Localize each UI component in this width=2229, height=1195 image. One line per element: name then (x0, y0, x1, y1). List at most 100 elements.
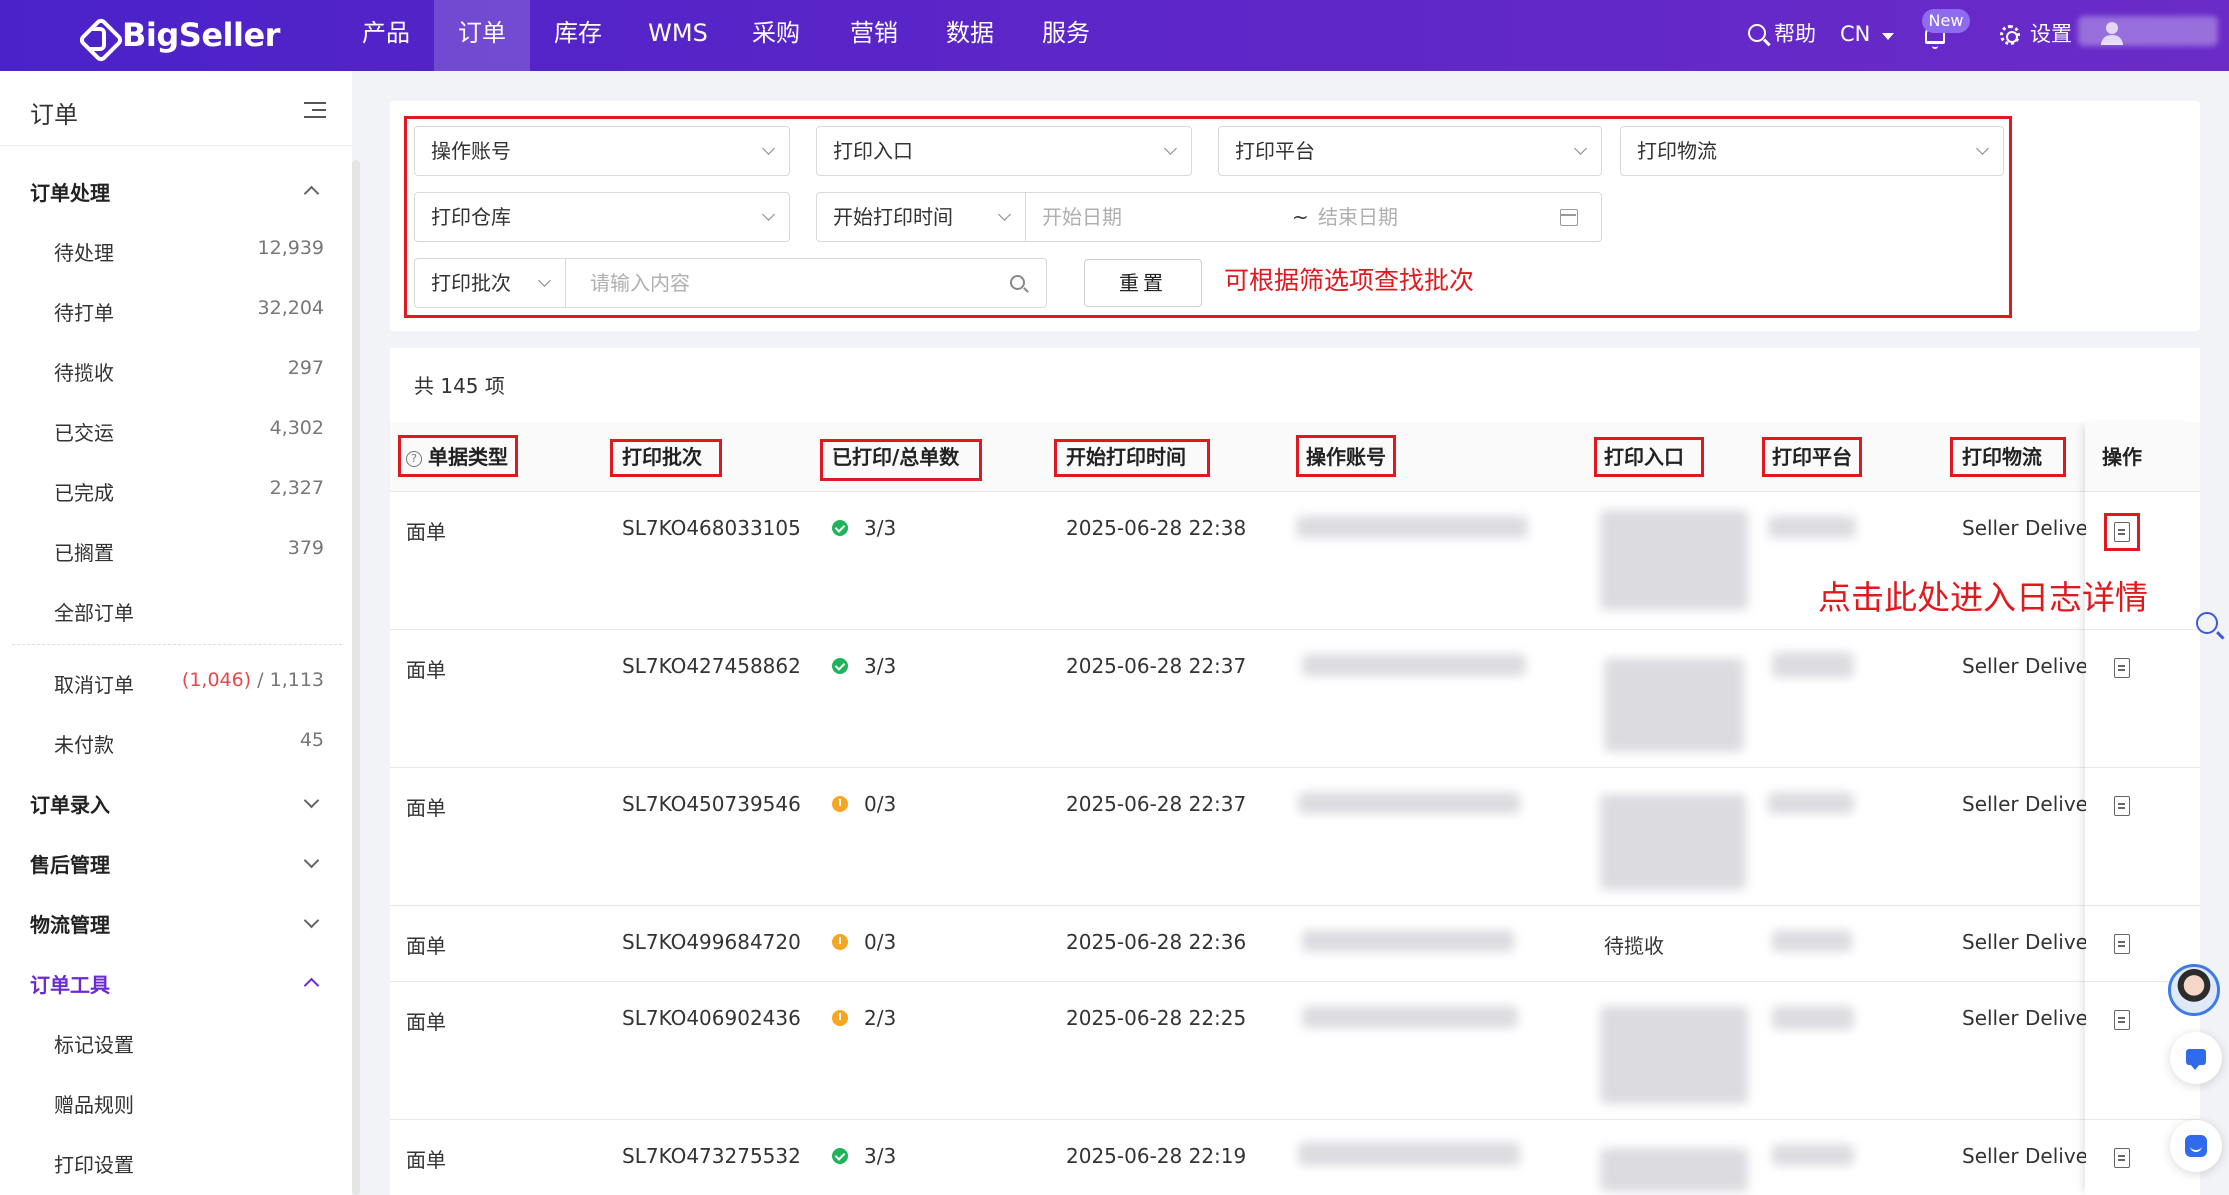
support-agent-avatar[interactable] (2168, 964, 2220, 1016)
nav-orders[interactable]: 订单 (434, 0, 530, 71)
chevron-down-icon (762, 208, 775, 221)
table-row: 面单 SL7KO406902436 2/3 2025-06-28 22:25 S… (390, 982, 2200, 1120)
table-row: 面单 SL7KO427458862 3/3 2025-06-28 22:37 S… (390, 630, 2200, 768)
nav-wms[interactable]: WMS (640, 0, 716, 71)
sidebar-group-logistics[interactable]: 物流管理 (30, 909, 110, 938)
cell-doc-type: 面单 (406, 796, 446, 820)
print-logistics-label: 打印物流 (1637, 139, 1717, 163)
nav-data[interactable]: 数据 (934, 0, 1006, 71)
username-redacted[interactable] (2078, 16, 2218, 46)
cell-logistics: Seller Delivery (1962, 516, 2086, 540)
cell-printed-count: 3/3 (864, 654, 897, 678)
nav-service[interactable]: 服务 (1030, 0, 1102, 71)
settings-link[interactable]: 设置 (2030, 0, 2072, 71)
batch-type-label: 打印批次 (431, 271, 511, 295)
chevron-down-icon[interactable] (303, 912, 320, 929)
cell-batch: SL7KO450739546 (622, 792, 801, 816)
chevron-down-icon (1164, 142, 1177, 155)
end-date-input[interactable]: 结束日期 (1318, 193, 1398, 241)
sidebar-item-completed[interactable]: 已完成 (54, 477, 114, 506)
date-range-picker[interactable]: 开始日期 ~ 结束日期 (1025, 192, 1602, 242)
warning-icon (832, 1010, 848, 1026)
sidebar-item-pending[interactable]: 待处理 (54, 237, 114, 266)
sidebar-item-unpaid[interactable]: 未付款 (54, 729, 114, 758)
nav-purchase[interactable]: 采购 (740, 0, 812, 71)
print-entry-label: 打印入口 (833, 139, 913, 163)
chevron-down-icon (538, 274, 551, 287)
chat-button[interactable] (2170, 1032, 2222, 1084)
chevron-up-icon[interactable] (303, 185, 320, 202)
nav-marketing[interactable]: 营销 (838, 0, 910, 71)
account-redacted (1302, 654, 1526, 676)
chevron-down-icon (1882, 33, 1894, 40)
reset-button[interactable]: 重置 (1084, 259, 1202, 307)
language-selector[interactable]: CN (1840, 0, 1870, 71)
nav-product[interactable]: 产品 (350, 0, 422, 71)
search-icon[interactable] (1748, 24, 1766, 42)
print-platform-label: 打印平台 (1235, 139, 1315, 163)
sidebar-group-after-sales[interactable]: 售后管理 (30, 849, 110, 878)
chevron-down-icon[interactable] (303, 792, 320, 809)
account-select[interactable]: 操作账号 (414, 126, 790, 176)
account-redacted (1296, 516, 1528, 538)
cell-printed-count: 3/3 (864, 1144, 897, 1168)
sidebar-count: 4,302 (269, 417, 324, 439)
success-check-icon (832, 1148, 848, 1164)
sidebar-group-order-entry[interactable]: 订单录入 (30, 789, 110, 818)
collapse-sidebar-icon[interactable] (304, 101, 326, 119)
batch-type-select[interactable]: 打印批次 (414, 258, 566, 308)
cell-printed-count: 3/3 (864, 516, 897, 540)
search-icon[interactable] (1010, 275, 1025, 290)
print-platform-select[interactable]: 打印平台 (1218, 126, 1602, 176)
bigseller-logo[interactable]: BigSeller (78, 14, 280, 56)
feedback-button[interactable] (2170, 1120, 2222, 1172)
platform-redacted (1768, 516, 1856, 538)
cell-doc-type: 面单 (406, 658, 446, 682)
total-count: 共 145 项 (414, 374, 505, 398)
sidebar-item-to-print[interactable]: 待打单 (54, 297, 114, 326)
sidebar-item-on-hold[interactable]: 已搁置 (54, 537, 114, 566)
batch-search-input[interactable]: 请输入内容 (565, 258, 1047, 308)
floating-search-icon[interactable] (2196, 612, 2218, 634)
print-entry-select[interactable]: 打印入口 (816, 126, 1192, 176)
sidebar-group-order-processing[interactable]: 订单处理 (30, 177, 110, 206)
annotation-box-header (1594, 437, 1704, 477)
sidebar-scrollbar[interactable] (352, 160, 360, 1195)
sidebar-count: (1,046) / 1,113 (182, 669, 324, 691)
sidebar-item-mark-settings[interactable]: 标记设置 (54, 1029, 134, 1058)
print-warehouse-select[interactable]: 打印仓库 (414, 192, 790, 242)
platform-redacted (1772, 1006, 1854, 1030)
gear-icon[interactable] (2000, 25, 2020, 45)
cancel-count-red: (1,046) (181, 669, 252, 691)
chevron-up-icon[interactable] (303, 977, 320, 994)
chat-icon (2186, 1049, 2206, 1070)
time-type-select[interactable]: 开始打印时间 (816, 192, 1026, 242)
chevron-down-icon[interactable] (303, 852, 320, 869)
batch-search-placeholder: 请输入内容 (590, 271, 690, 295)
cell-logistics: Seller Delivery (1962, 930, 2086, 954)
sidebar-item-all-orders[interactable]: 全部订单 (54, 597, 134, 626)
cell-start-time: 2025-06-28 22:37 (1066, 792, 1247, 816)
calendar-icon[interactable] (1560, 209, 1578, 226)
success-check-icon (832, 520, 848, 536)
cell-batch: SL7KO468033105 (622, 516, 801, 540)
sidebar-item-cancelled[interactable]: 取消订单 (54, 669, 134, 698)
platform-redacted (1768, 792, 1854, 814)
help-link[interactable]: 帮助 (1774, 0, 1816, 71)
entry-redacted (1600, 1006, 1748, 1104)
print-warehouse-label: 打印仓库 (431, 205, 511, 229)
cell-start-time: 2025-06-28 22:36 (1066, 930, 1247, 954)
print-logistics-select[interactable]: 打印物流 (1620, 126, 2004, 176)
sidebar-item-print-settings[interactable]: 打印设置 (54, 1149, 134, 1178)
nav-inventory[interactable]: 库存 (542, 0, 614, 71)
sidebar-item-shipped[interactable]: 已交运 (54, 417, 114, 446)
sidebar-item-gift-rules[interactable]: 赠品规则 (54, 1089, 134, 1118)
start-date-input[interactable]: 开始日期 (1042, 205, 1122, 229)
batch-table-panel: 共 145 项 ? 单据类型 打印批次 已打印/总单数 开始打印时间 操作账号 打… (390, 348, 2200, 1195)
account-redacted (1298, 1142, 1520, 1166)
sidebar-group-order-tools[interactable]: 订单工具 (30, 969, 110, 998)
chevron-down-icon (762, 142, 775, 155)
sidebar-item-to-pickup[interactable]: 待揽收 (54, 357, 114, 386)
entry-redacted (1600, 794, 1746, 890)
cancel-count-total: / 1,113 (251, 669, 324, 691)
